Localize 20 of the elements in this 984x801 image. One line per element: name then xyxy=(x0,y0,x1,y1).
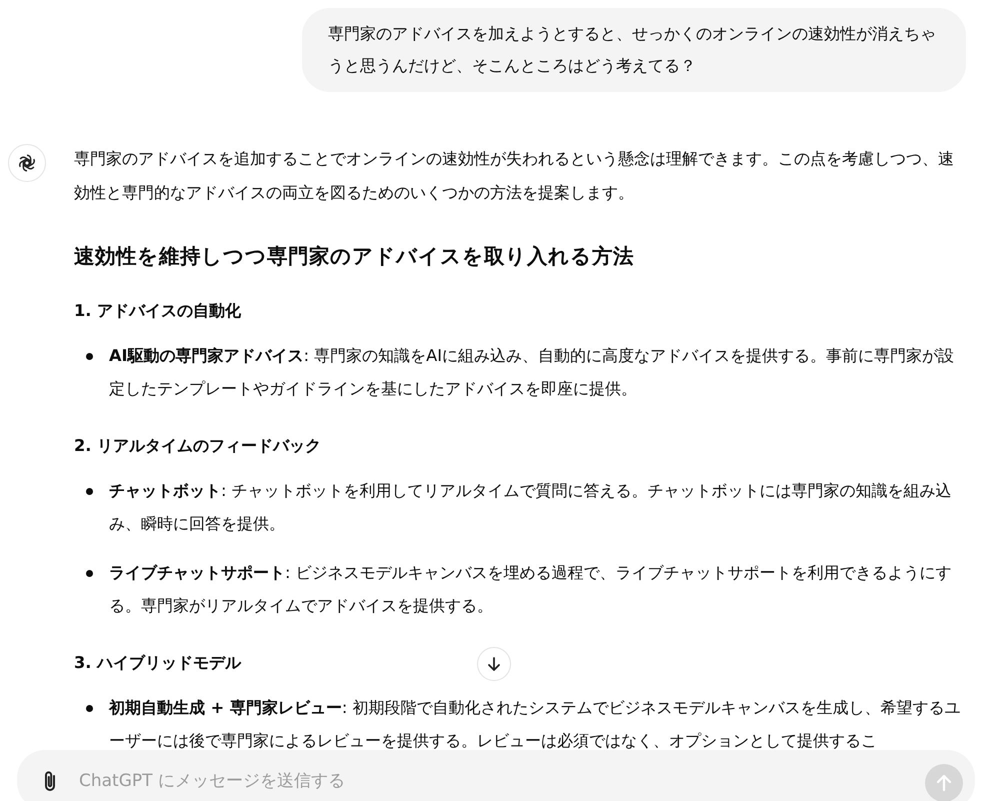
subsection-title: 2. リアルタイムのフィードバック xyxy=(74,435,322,457)
bullet-text: ライブチャットサポート: ビジネスモデルキャンバスを埋める過程で、ライブチャットサポートを利用できるようにする。専門家がリアルタイムでアドバイスを提供する。 xyxy=(109,562,953,617)
bullet-icon xyxy=(86,353,93,360)
bullet-text: チャットボット: チャットボットを利用してリアルタイムで質問に答える。チャットボットには専門家の知識を組み込み、瞬時に回答を提供。 xyxy=(109,480,953,535)
subsection-title: 3. ハイブリッドモデル xyxy=(74,652,242,674)
user-message: 専門家のアドバイスを加えようとすると、せっかくのオンラインの速効性が消えちゃうと思うんだけど、そこんところはどう考えてる？ xyxy=(302,8,966,92)
bullet-icon xyxy=(86,488,93,495)
bullet-text: AI駆動の専門家アドバイス: 専門家の知識をAIに組み込み、自動的に高度なアドバイスを提供する。事前に専門家が設定したテンプレートやガイドラインを基にしたアドバイスを即座に提供。 xyxy=(109,345,956,400)
bullet-icon xyxy=(86,705,93,712)
logo-icon xyxy=(8,144,46,182)
bullet-text: 初期自動生成 + 専門家レビュー: 初期段階で自動化されたシステムでビジネスモデルキャンバスを生成し、希望するユーザーには後で専門家によるレビューを提供する。レビューは必須ではなく、オプションとして提供するこ xyxy=(109,697,962,752)
bullet-icon xyxy=(86,570,93,577)
arrow-up-icon xyxy=(936,774,952,792)
intro-paragraph: 専門家のアドバイスを追加することでオンラインの速効性が失われるという懸念は理解できます。この点を考慮しつつ、速効性と専門的なアドバイスの両立を図るためのいくつかの方法を提案します。 xyxy=(74,148,955,204)
arrow-down-icon xyxy=(486,656,502,672)
message-input[interactable]: ChatGPT にメッセージを送信する xyxy=(77,770,909,792)
message-composer[interactable]: ChatGPT にメッセージを送信する xyxy=(17,750,975,801)
subsection-title: 1. アドバイスの自動化 xyxy=(74,300,242,322)
scroll-down-button[interactable] xyxy=(477,647,511,681)
section-heading: 速効性を維持しつつ専門家のアドバイスを取り入れる方法 xyxy=(74,243,635,270)
